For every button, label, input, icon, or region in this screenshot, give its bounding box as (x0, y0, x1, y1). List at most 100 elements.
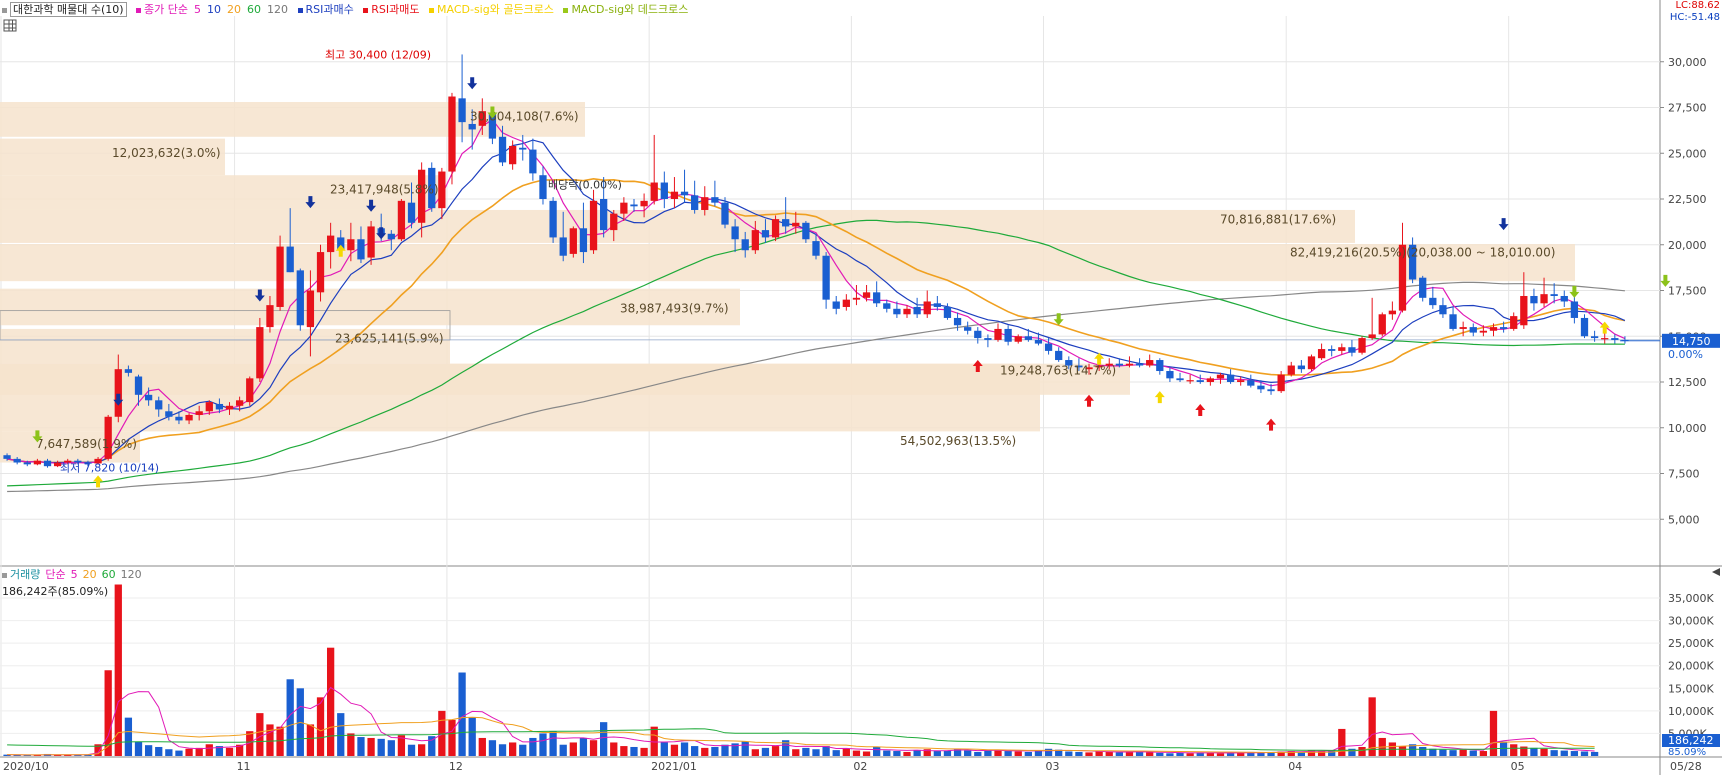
y-tick-label: 30,000 (1668, 56, 1707, 69)
volume-bar (1570, 751, 1579, 756)
volume-bar (1459, 749, 1467, 756)
y-tick-label: 22,500 (1668, 193, 1707, 206)
candle-body (1570, 301, 1579, 318)
current-price-label: 14,750 (1672, 335, 1711, 348)
volume-bar (1510, 744, 1518, 756)
candle-body (519, 147, 527, 150)
volume-bar (579, 737, 588, 756)
candle-body (923, 301, 931, 315)
candle-body (1550, 294, 1558, 296)
price-volume-chart[interactable]: 30,000 27,500 25,000 22,500 20,000 17,500 15,0… (0, 0, 1722, 775)
candle-body (964, 327, 972, 331)
volume-bar (903, 751, 911, 756)
candle-body (569, 228, 577, 254)
x-tick-label: 03 (1046, 760, 1060, 773)
volume-bar (144, 745, 153, 756)
volume-pct-label: 85.09% (1668, 747, 1706, 758)
volume-bar (357, 737, 365, 756)
volume-bar (1216, 753, 1225, 756)
volume-bar (1085, 752, 1093, 756)
hc-value: HC:-51.48 (1669, 12, 1720, 23)
volume-bar (1065, 751, 1073, 756)
volume-bar (974, 751, 982, 756)
low-annotation: 최저 7,820 (10/14) (60, 462, 159, 475)
candle-body (549, 200, 557, 238)
candle-body (1226, 374, 1235, 382)
candle-body (1348, 347, 1356, 353)
legend-ma5: 5 (194, 3, 202, 16)
legend-ma-label[interactable]: 종가 단순 (144, 3, 188, 16)
volume-tick-label: 25,000K (1668, 637, 1714, 650)
candle-body (316, 252, 325, 293)
volume-bar (933, 751, 941, 756)
volume-profile-label: 23,625,141(5.9%) (335, 332, 444, 346)
volume-bar (1115, 752, 1123, 756)
candle-body (660, 182, 668, 199)
candle-body (195, 411, 203, 415)
volume-bar (842, 748, 850, 756)
candle-body (600, 199, 608, 231)
candle-body (680, 191, 689, 196)
candle-body (1277, 374, 1285, 392)
volume-bar (367, 737, 375, 756)
volume-profile-label: 19,248,763(14.7%) (1000, 364, 1116, 378)
legend-rsi-sell[interactable]: RSI과매도 (371, 3, 419, 16)
volume-bar (1004, 751, 1012, 756)
candle-body (812, 241, 820, 256)
legend-macd-golden[interactable]: MACD-sig와 골든크로스 (437, 3, 554, 16)
legend-macd-dead[interactable]: MACD-sig와 데드크로스 (571, 3, 688, 16)
candle-body (953, 317, 962, 326)
candle-body (1358, 338, 1366, 353)
candle-body (943, 306, 952, 318)
volume-profile-label: 70,816,881(17.6%) (1220, 213, 1336, 227)
volume-bar (326, 647, 335, 756)
volume-bar (124, 717, 133, 756)
volume-bar (1439, 749, 1447, 756)
volume-bar (468, 717, 476, 756)
candle-body (984, 338, 992, 340)
candle-body (691, 195, 699, 210)
volume-legend-label[interactable]: 거래량 (10, 568, 40, 581)
candle-body (1328, 349, 1336, 351)
volume-bar (701, 747, 709, 756)
y-tick-label: 25,000 (1668, 147, 1707, 160)
candle-body (1307, 356, 1316, 370)
volume-bar (680, 742, 689, 756)
legend-marker-icon (363, 7, 369, 13)
candle-body (842, 299, 850, 307)
volume-bar (1429, 748, 1437, 756)
volume-tick-label: 35,000K (1668, 592, 1714, 605)
volume-bar (316, 697, 325, 756)
volume-bar (225, 747, 234, 756)
candle-body (286, 246, 294, 273)
candle-body (761, 230, 770, 238)
candle-body (610, 213, 618, 231)
y-tick-label: 27,500 (1668, 102, 1707, 115)
candle-body (1317, 349, 1326, 359)
candle-body (387, 233, 395, 240)
candle-body (1560, 295, 1568, 302)
volume-bar (448, 719, 456, 756)
candle-body (458, 98, 466, 123)
volume-bar (711, 746, 719, 756)
volume-bar (569, 742, 577, 756)
x-tick-label: 2021/01 (651, 760, 697, 773)
volume-bar (1419, 746, 1427, 756)
candle-body (1439, 305, 1447, 315)
volume-bar (205, 744, 213, 756)
candle-body (367, 226, 375, 258)
volume-bar (893, 751, 901, 756)
candle-body (802, 222, 810, 240)
legend-rsi-buy[interactable]: RSI과매수 (306, 3, 354, 16)
legend-stock[interactable]: 대한과학 매물대 수(10) (10, 2, 127, 17)
volume-bar (913, 750, 921, 756)
volume-bar (832, 750, 840, 756)
candle-body (670, 191, 679, 199)
candle-body (185, 414, 193, 421)
chart-legend: 대한과학 매물대 수(10) 종가 단순 5 10 20 60 120 RSI과매수 RS… (2, 1, 694, 17)
candle-body (235, 400, 244, 406)
candle-body (33, 460, 42, 465)
volume-bar (1469, 750, 1477, 756)
candle-body (205, 402, 213, 412)
legend-marker-icon (297, 7, 303, 13)
